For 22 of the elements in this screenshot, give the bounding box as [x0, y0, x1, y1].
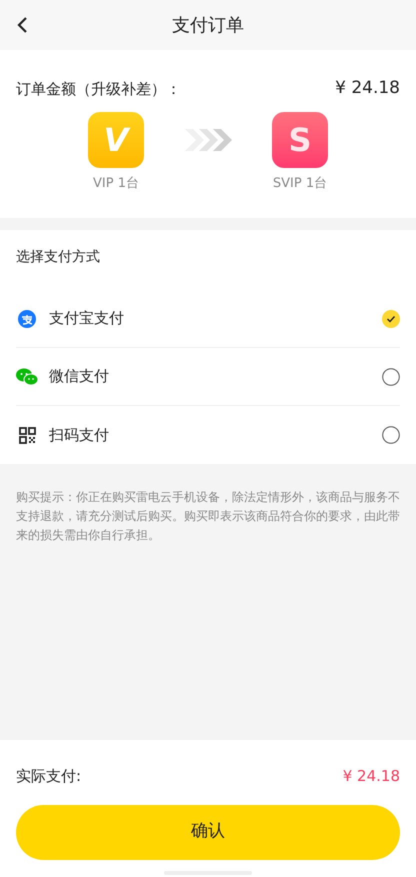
vip-badge: V — [88, 112, 144, 168]
payment-option-label: 微信支付 — [49, 366, 110, 388]
actual-pay-amount: ¥ 24.18 — [342, 766, 400, 787]
confirm-button[interactable]: 确认 — [16, 804, 400, 860]
order-amount-label: 订单金额（升级补差）： — [16, 78, 181, 100]
qr-code-icon — [18, 426, 36, 444]
purchase-notice: 购买提示：你正在购买雷电云手机设备，除法定情形外，该商品与服务不支持退款，请充分测试后购买。购买即表示该商品符合你的要求，由此带来的损失需由你自行承担。 — [15, 489, 401, 544]
page-title: 支付订单 — [172, 14, 244, 38]
chat-bubbles-icon — [16, 368, 38, 386]
payment-option[interactable]: 微信支付 — [16, 348, 400, 406]
svip-badge: S — [272, 112, 328, 168]
actual-pay-label: 实际支付: — [16, 766, 82, 787]
order-amount: ¥ 24.18 — [335, 77, 400, 100]
vip-caption: VIP 1台 — [93, 174, 139, 192]
payment-option-label: 扫码支付 — [49, 424, 110, 446]
back-icon — [16, 16, 28, 34]
payment-option-label: 支付宝支付 — [49, 308, 125, 330]
payment-option[interactable]: 扫码支付 — [16, 406, 400, 464]
alipay-icon — [18, 310, 36, 328]
payment-heading: 选择支付方式 — [16, 248, 101, 267]
payment-option[interactable]: 支付宝支付 — [16, 290, 400, 348]
svip-caption: SVIP 1台 — [272, 174, 328, 192]
